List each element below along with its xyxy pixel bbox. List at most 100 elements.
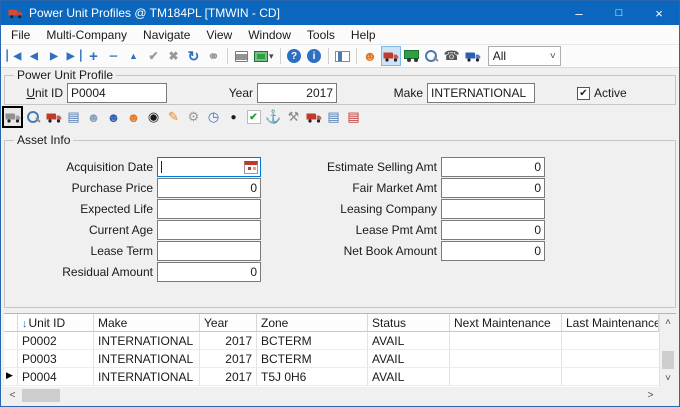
menu-help[interactable]: Help [343,26,384,44]
maintenance-truck-icon[interactable] [304,107,323,127]
previous-record-icon[interactable]: ◀ [24,46,43,66]
column-header-zone[interactable]: Zone [257,314,368,332]
vertical-scrollbar-thumb[interactable] [662,351,674,369]
tires-icon[interactable]: ◉ [144,107,163,127]
cell-make: INTERNATIONAL [94,332,200,350]
key-fob-icon[interactable]: ● [224,107,243,127]
column-header-year[interactable]: Year [200,314,257,332]
leasing-company-input[interactable] [441,199,545,219]
add-record-icon[interactable]: + [84,46,103,66]
scope-select[interactable]: All ˅ [488,46,561,66]
employee-icon[interactable]: ☻ [104,107,123,127]
report-icon[interactable]: ▤ [324,107,343,127]
menu-view[interactable]: View [198,26,240,44]
timer-icon[interactable]: ◷ [204,107,223,127]
approved-document-icon[interactable]: ✔ [244,107,263,127]
company-truck-icon[interactable] [463,46,483,66]
save-icon[interactable]: ✔ [144,46,163,66]
menu-bar: File Multi-Company Navigate View Window … [1,25,679,45]
first-record-icon[interactable]: ▏◀ [4,46,23,66]
net-book-amount-input[interactable] [441,241,545,261]
power-unit-icon[interactable] [2,106,23,128]
cell-status: AVAIL [368,368,450,386]
close-button[interactable]: × [639,1,679,25]
column-header-next-maintenance[interactable]: Next Maintenance [450,314,562,332]
residual-amount-label: Residual Amount [11,265,157,279]
unit-id-input[interactable] [67,83,167,103]
active-checkbox[interactable]: ✔ [577,87,590,100]
notes-icon[interactable]: ▤ [64,107,83,127]
trailer-icon[interactable] [402,46,421,66]
print-icon[interactable] [232,46,251,66]
scroll-right-icon[interactable]: ˃ [642,387,659,404]
binoculars-icon[interactable]: ⚭ [204,46,223,66]
edit-icon[interactable]: ✎ [164,107,183,127]
info-icon[interactable]: i [305,46,324,66]
purchase-price-label: Purchase Price [11,181,157,195]
cell-next-maintenance [450,350,562,368]
menu-multi-company[interactable]: Multi-Company [38,26,135,44]
year-label: Year [199,86,257,100]
last-record-icon[interactable]: ▶▕ [64,46,83,66]
owner-icon[interactable]: ☻ [124,107,143,127]
menu-file[interactable]: File [3,26,38,44]
scope-select-value: All [493,49,550,63]
current-age-input[interactable] [157,220,261,240]
year-input[interactable] [257,83,337,103]
help-icon[interactable]: ? [285,46,304,66]
table-row[interactable]: P0003 INTERNATIONAL 2017 BCTERM AVAIL [4,350,659,368]
phone-icon[interactable]: ☎ [442,46,462,66]
search-icon[interactable] [24,107,43,127]
next-record-icon[interactable]: ▶ [44,46,63,66]
parts-icon[interactable]: ⚙ [184,107,203,127]
id-card-icon[interactable] [333,46,352,66]
table-row-selected[interactable]: ▶ P0004 INTERNATIONAL 2017 T5J 0H6 AVAIL [4,368,659,386]
horizontal-scrollbar[interactable]: ˂ ˃ [4,387,676,404]
scroll-down-icon[interactable]: ˅ [660,370,676,387]
menu-window[interactable]: Window [240,26,299,44]
horizontal-scrollbar-thumb[interactable] [22,389,60,402]
lease-term-input[interactable] [157,241,261,261]
cell-unit-id: P0002 [18,332,94,350]
column-header-unit-id[interactable]: ↓Unit ID [18,314,94,332]
cancel-icon[interactable]: ✖ [164,46,183,66]
unit-id-label: Unit ID [23,86,67,100]
unit-truck-icon[interactable] [44,107,63,127]
refresh-icon[interactable]: ↻ [184,46,203,66]
cell-unit-id: P0003 [18,350,94,368]
column-header-make[interactable]: Make [94,314,200,332]
power-unit-mode-icon[interactable] [381,46,401,66]
chevron-down-icon: ˅ [550,51,556,62]
fair-market-amt-input[interactable] [441,178,545,198]
lease-pmt-amt-input[interactable] [441,220,545,240]
estimate-selling-amt-input[interactable] [441,157,545,177]
document-marker-icon[interactable]: ▤ [344,107,363,127]
up-icon[interactable]: ▲ [124,46,143,66]
purchase-price-input[interactable] [157,178,261,198]
make-input[interactable] [427,83,535,103]
menu-navigate[interactable]: Navigate [135,26,198,44]
find-record-icon[interactable] [422,46,441,66]
tow-hook-icon[interactable]: ⚓ [264,107,283,127]
screen-view-icon[interactable]: ▾ [252,46,276,66]
menu-tools[interactable]: Tools [299,26,343,44]
column-header-last-maintenance[interactable]: Last Maintenance [562,314,659,332]
residual-amount-input[interactable] [157,262,261,282]
person-icon[interactable]: ☻ [361,46,380,66]
leasing-company-label: Leasing Company [303,202,441,216]
scroll-left-icon[interactable]: ˂ [4,387,21,404]
calendar-icon[interactable] [244,161,258,174]
cell-status: AVAIL [368,350,450,368]
maximize-button[interactable]: □ [599,1,639,25]
column-header-status[interactable]: Status [368,314,450,332]
wrench-icon[interactable]: ⚒ [284,107,303,127]
expected-life-input[interactable] [157,199,261,219]
driver-icon[interactable]: ☻ [84,107,103,127]
delete-record-icon[interactable]: − [104,46,123,66]
scroll-up-icon[interactable]: ˄ [660,314,676,331]
sort-descending-icon: ↓ [22,318,28,330]
acquisition-date-input[interactable] [157,157,261,177]
vertical-scrollbar[interactable]: ˄ ˅ [659,314,676,387]
table-row[interactable]: P0002 INTERNATIONAL 2017 BCTERM AVAIL [4,332,659,350]
minimize-button[interactable]: – [559,1,599,25]
